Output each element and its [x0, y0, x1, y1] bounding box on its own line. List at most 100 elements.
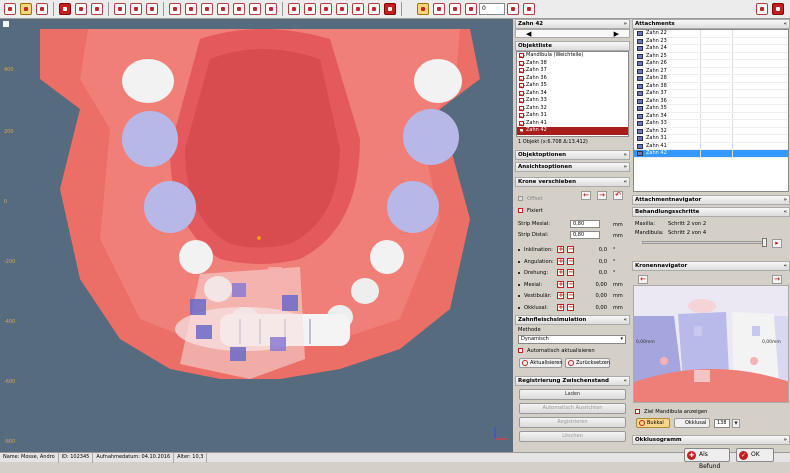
attachment-row[interactable]: Zahn 31: [634, 135, 788, 143]
step-tool-icon[interactable]: [417, 3, 429, 15]
tool-icon-11[interactable]: [185, 3, 197, 15]
increase-button[interactable]: +: [557, 303, 564, 311]
decrease-button[interactable]: −: [567, 257, 574, 265]
visibility-checkbox[interactable]: [519, 75, 524, 81]
objektliste-item[interactable]: Zahn 35: [517, 82, 628, 90]
objektliste-item[interactable]: Zahn 33: [517, 97, 628, 105]
zahnfleisch-header[interactable]: Zahnfleischsimulation «: [515, 315, 630, 325]
visibility-checkbox[interactable]: [519, 98, 524, 103]
step-slider-handle[interactable]: [762, 238, 767, 247]
krone-header[interactable]: Krone verschieben «: [515, 177, 630, 187]
step-slider[interactable]: [642, 241, 766, 244]
objektliste-item[interactable]: Zahn 38: [517, 60, 628, 68]
zoom-field[interactable]: 138: [714, 419, 730, 428]
registrieren-button[interactable]: Registrieren: [519, 417, 626, 428]
decrease-button[interactable]: −: [567, 280, 574, 288]
kronennavigator-header[interactable]: Kronennavigator «: [632, 261, 790, 271]
tool-icon-10[interactable]: [169, 3, 181, 15]
tool-icon-9[interactable]: [146, 3, 158, 15]
tool-icon-3[interactable]: [36, 3, 48, 15]
jaw-model[interactable]: [0, 19, 513, 453]
tool-icon-8[interactable]: [130, 3, 142, 15]
auto-update-checkbox[interactable]: Automatisch aktualisieren: [518, 347, 595, 355]
fixiert-checkbox[interactable]: Fixiert: [518, 207, 543, 215]
zuruecksetzen-button[interactable]: Zurücksetzen: [565, 358, 610, 368]
increase-button[interactable]: +: [557, 246, 564, 253]
offset-checkbox[interactable]: Offset: [518, 195, 543, 203]
tool-icon-19[interactable]: [320, 3, 332, 15]
bukkal-button[interactable]: Bukkal: [636, 418, 670, 428]
objektliste-item[interactable]: Zahn 31: [517, 112, 628, 120]
objektliste-item[interactable]: Zahn 42: [517, 127, 628, 135]
arrow-right-icon[interactable]: →: [597, 191, 607, 200]
attachment-row[interactable]: Zahn 33: [634, 120, 788, 128]
tool-icon-28[interactable]: [507, 3, 519, 15]
aktualisieren-button[interactable]: Aktualisieren: [519, 358, 563, 368]
loeschen-button[interactable]: Löschen: [519, 431, 626, 442]
attachment-row[interactable]: Zahn 37: [634, 90, 788, 98]
ansichtsoptionen-header[interactable]: Ansichtsoptionen »: [515, 162, 630, 172]
close-app-icon[interactable]: [772, 3, 784, 15]
arrow-left-icon[interactable]: ←: [581, 191, 591, 200]
attachment-row[interactable]: Zahn 25: [634, 52, 788, 60]
tool-icon-6[interactable]: [91, 3, 103, 15]
objektliste-item[interactable]: Mandibula (Weichteile): [517, 52, 628, 60]
increase-button[interactable]: +: [557, 269, 564, 276]
objektliste-item[interactable]: Zahn 41: [517, 120, 628, 128]
objektliste-item[interactable]: Zahn 37: [517, 67, 628, 75]
decrease-button[interactable]: −: [567, 246, 574, 253]
ziel-checkbox[interactable]: Ziel Mandibula anzeigen: [635, 408, 707, 416]
step-play-icon[interactable]: [465, 3, 477, 15]
decrease-button[interactable]: −: [567, 269, 574, 276]
visibility-checkbox[interactable]: [519, 68, 524, 73]
attachment-row[interactable]: Zahn 22: [634, 30, 788, 38]
als-befund-button[interactable]: ✚ Als Befund: [684, 448, 730, 470]
attachment-row[interactable]: Zahn 36: [634, 97, 788, 105]
increase-button[interactable]: +: [557, 292, 564, 299]
tool-icon-22[interactable]: [368, 3, 380, 15]
tool-icon-14[interactable]: [233, 3, 245, 15]
move-tool-icon[interactable]: [20, 3, 32, 15]
tool-icon-17[interactable]: [288, 3, 300, 15]
crown-navigator-view[interactable]: 0,00mm 0,00mm: [633, 285, 789, 403]
visibility-checkbox[interactable]: [519, 53, 524, 58]
crosshair-icon[interactable]: [265, 3, 277, 15]
methode-select[interactable]: Dynamisch ▾: [518, 335, 626, 344]
tool-icon-13[interactable]: [217, 3, 229, 15]
attachment-row[interactable]: Zahn 42: [634, 150, 788, 158]
ok-button[interactable]: ✓ OK: [736, 448, 774, 462]
attachment-row[interactable]: Zahn 41: [634, 142, 788, 150]
attachment-row[interactable]: Zahn 27: [634, 67, 788, 75]
tool-icon-5[interactable]: [75, 3, 87, 15]
visibility-checkbox[interactable]: [519, 128, 524, 133]
attachment-row[interactable]: Zahn 28: [634, 75, 788, 83]
tool-icon-1[interactable]: [4, 3, 16, 15]
objektliste-list[interactable]: Mandibula (Weichteile) Zahn 38 Zahn 37 Zahn…: [516, 51, 629, 137]
settings-icon[interactable]: [756, 3, 768, 15]
behandlung-header[interactable]: Behandlungsschritte «: [632, 207, 790, 217]
visibility-checkbox[interactable]: [519, 113, 524, 118]
decrease-button[interactable]: −: [567, 303, 574, 311]
decrease-button[interactable]: −: [567, 292, 574, 299]
open-folder-icon[interactable]: [114, 3, 126, 15]
attachment-row[interactable]: Zahn 26: [634, 60, 788, 68]
increase-button[interactable]: +: [557, 280, 564, 288]
auto-ausrichten-button[interactable]: Automatisch Ausrichten: [519, 403, 626, 414]
registrierung-header[interactable]: Registrierung Zwischenstand «: [515, 376, 630, 386]
nav-left-icon[interactable]: ←: [638, 275, 648, 284]
tool-icon-20[interactable]: [336, 3, 348, 15]
record-icon[interactable]: [384, 3, 396, 15]
okklusal-button[interactable]: Okklusal: [674, 418, 710, 428]
strip-distal-input[interactable]: 0,80: [570, 231, 600, 239]
tool-icon-15[interactable]: [249, 3, 261, 15]
tool-icon-29[interactable]: [523, 3, 535, 15]
visibility-checkbox[interactable]: [519, 90, 524, 96]
attachmentnavigator-header[interactable]: Attachmentnavigator »: [632, 195, 790, 205]
zoom-spin-icon[interactable]: ▾: [732, 419, 740, 428]
collapse-icon[interactable]: »: [623, 20, 627, 28]
objektliste-item[interactable]: Zahn 34: [517, 90, 628, 98]
laden-button[interactable]: Laden: [519, 389, 626, 400]
objektoptionen-header[interactable]: Objektoptionen »: [515, 150, 630, 160]
step-forward-icon[interactable]: [449, 3, 461, 15]
increase-button[interactable]: +: [557, 257, 564, 265]
